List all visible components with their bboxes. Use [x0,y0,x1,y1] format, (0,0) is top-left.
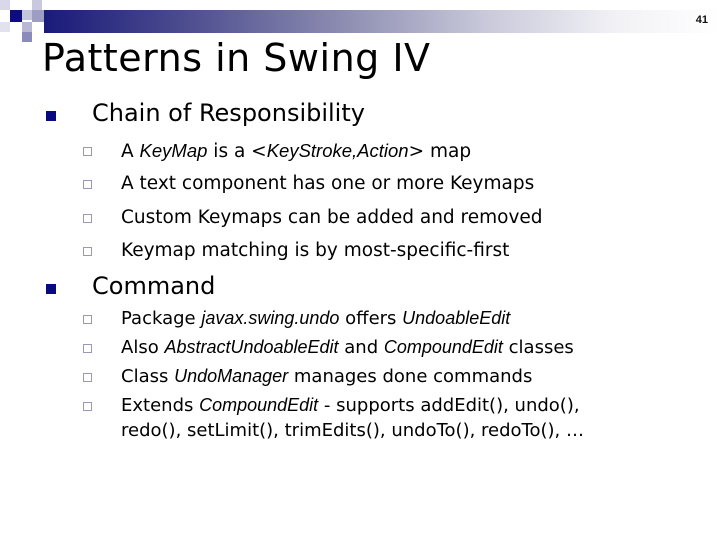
text-run: A text component has one or more Keymaps [121,173,535,194]
italic-term: javax.swing.undo [201,308,340,328]
square-bullet-icon [46,111,56,121]
list-item-text: Package javax.swing.undo offers Undoable… [121,308,510,329]
hollow-square-bullet-icon [83,214,92,223]
text-run: Package [121,308,202,329]
text-run: is a < [207,141,267,162]
list-item-text: A text component has one or more Keymaps [121,173,534,194]
hollow-square-bullet-icon [83,315,92,324]
text-run: manages done commands [288,366,533,387]
decor-square [10,10,22,22]
hollow-square-bullet-icon [83,180,92,189]
decor-square [22,22,32,32]
text-run: Custom Keymaps can be added and removed [121,207,543,228]
text-run: Also [121,337,165,358]
slide-title: Patterns in Swing IV [42,36,431,80]
hollow-square-bullet-icon [83,373,92,382]
text-run: classes [502,337,574,358]
hollow-square-bullet-icon [83,402,92,411]
slide-number: 41 [695,14,708,26]
list-item-text: Class UndoManager manages done commands [121,366,532,387]
text-run: Keymap matching is by most-specific-firs… [121,240,510,261]
italic-term: UndoableEdit [402,308,511,328]
text-run: > map [408,141,472,162]
hollow-square-bullet-icon [83,147,92,156]
italic-term: KeyStroke,Action [266,140,409,161]
text-run: A [121,141,140,162]
section-heading: Chain of Responsibility [92,99,365,127]
text-run: Class [121,366,175,387]
italic-term: CompoundEdit [383,337,503,357]
list-item-text: Also AbstractUndoableEdit and CompoundEd… [121,337,574,358]
text-run: offers [339,308,403,329]
list-item-text: Custom Keymaps can be added and removed [121,207,543,228]
decor-square [22,32,32,42]
list-item-continuation: redo(), setLimit(), trimEdits(), undoTo(… [121,420,584,441]
list-item-text: A KeyMap is a <KeyStroke,Action> map [121,140,471,162]
italic-term: CompoundEdit [199,395,319,415]
text-run: and [338,337,384,358]
decor-square [32,10,44,22]
square-bullet-icon [46,284,56,294]
decor-square [22,10,32,20]
text-run: - supports addEdit(), undo(), [318,395,580,416]
hollow-square-bullet-icon [83,344,92,353]
list-item-text: Keymap matching is by most-specific-firs… [121,240,509,261]
decor-square [0,22,10,32]
text-run: Extends [121,395,200,416]
section-heading: Command [92,272,216,300]
list-item-text: Extends CompoundEdit - supports addEdit(… [121,395,580,416]
decor-square [32,0,42,10]
header-gradient-bar [44,10,720,33]
hollow-square-bullet-icon [83,247,92,256]
italic-term: KeyMap [139,140,208,161]
italic-term: AbstractUndoableEdit [164,337,339,357]
italic-term: UndoManager [174,366,289,386]
decor-square [0,0,10,10]
